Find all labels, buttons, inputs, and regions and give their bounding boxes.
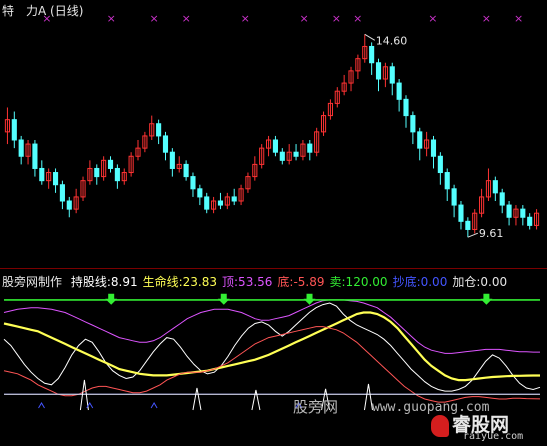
candle-body	[190, 176, 196, 190]
candle-body	[279, 151, 285, 161]
candle-body	[417, 131, 423, 149]
indicator-value-1: 生命线:23.83	[142, 275, 218, 289]
candle-body	[307, 143, 313, 153]
logo-domain: raiyue.com	[463, 431, 524, 442]
candle-body	[293, 151, 299, 157]
candle-body	[183, 163, 189, 178]
candle-body	[437, 155, 443, 174]
candle-body	[169, 151, 175, 169]
candle-body	[162, 135, 169, 153]
price-panel: × × × × × × × × × × ×	[4, 12, 540, 238]
signal-spike	[251, 389, 261, 411]
candle-body	[465, 220, 471, 230]
sell-arrow-icon	[217, 293, 230, 305]
series-line-2	[3, 299, 540, 354]
sell-arrow-icon	[303, 293, 316, 305]
candle-body	[396, 82, 402, 100]
period-label: (日线)	[50, 4, 84, 18]
candle-body	[458, 204, 464, 222]
indicator-value-4: 卖:120.00	[329, 275, 388, 289]
buy-triangle	[38, 402, 45, 409]
signal-marker: ×	[482, 12, 491, 25]
candle-body	[492, 180, 498, 194]
candle-body	[444, 172, 450, 190]
candle-body	[369, 45, 375, 64]
low-label: 9.61	[479, 227, 504, 240]
candle-body	[156, 123, 162, 137]
buy-triangle	[150, 402, 158, 409]
signal-marker: ×	[241, 12, 250, 25]
candle-body	[403, 98, 409, 117]
candle-body	[114, 167, 120, 182]
signal-marker: ×	[353, 12, 362, 25]
logo-icon	[431, 415, 449, 437]
low-pointer	[467, 232, 479, 238]
signal-marker: ×	[149, 12, 158, 25]
signal-marker: ×	[182, 12, 191, 25]
signal-spike	[192, 387, 202, 411]
candle-body	[204, 196, 210, 210]
indicator-panel	[3, 293, 541, 411]
candle-body	[410, 115, 416, 133]
candle-body	[217, 200, 224, 206]
high-label: 14.60	[376, 34, 408, 47]
high-pointer	[364, 33, 376, 41]
signal-marker: ×	[428, 12, 437, 25]
candle-body	[18, 139, 24, 157]
candle-body	[32, 143, 38, 169]
candle-body	[231, 196, 237, 202]
indicator-value-5: 抄底:0.00	[392, 275, 448, 289]
candle-body	[499, 192, 505, 206]
indicator-header: 股旁网制作 持股线:8.91 生命线:23.83 顶:53.56 底:-5.89 卖:1…	[2, 273, 507, 290]
candle-body	[375, 62, 382, 80]
indicator-value-0: 持股线:8.91	[70, 275, 138, 289]
candle-body	[59, 184, 65, 202]
candle-body	[506, 204, 512, 218]
candle-body	[520, 208, 526, 218]
candle-body	[389, 66, 395, 84]
candle-body	[39, 167, 45, 182]
candle-body	[272, 139, 278, 153]
stock-name: 特 力A	[2, 4, 47, 18]
indicator-title: 股旁网制作	[2, 275, 63, 289]
candle-body	[197, 188, 203, 198]
signal-marker: ×	[514, 12, 523, 25]
indicator-value-3: 底:-5.89	[277, 275, 325, 289]
indicator-value-2: 顶:53.56	[222, 275, 273, 289]
series-line-1	[3, 311, 540, 382]
stock-chart: × × × × × × × × × × × 14.609.61	[3, 12, 541, 411]
series-line-0	[3, 302, 541, 392]
signal-marker: ×	[107, 12, 116, 25]
indicator-values: 持股线:8.91 生命线:23.83 顶:53.56 底:-5.89 卖:120.00 抄…	[66, 275, 507, 289]
chart-title: 特 力A (日线)	[2, 2, 83, 19]
candle-body	[451, 188, 457, 206]
candle-body	[107, 159, 114, 169]
candle-body	[430, 139, 437, 157]
watermark-cn: 股旁网	[293, 398, 339, 416]
signal-marker: ×	[300, 12, 309, 25]
signal-spike	[79, 379, 89, 411]
candle-body	[11, 119, 17, 141]
signal-marker: ×	[332, 12, 341, 25]
panel-divider	[0, 268, 547, 269]
indicator-value-6: 加仓:0.00	[452, 275, 508, 289]
sell-arrow-icon	[105, 293, 118, 305]
candle-body	[527, 216, 533, 226]
candle-body	[52, 172, 59, 186]
candle-body	[94, 167, 100, 178]
sell-arrow-icon	[480, 293, 493, 305]
candle-body	[66, 200, 72, 210]
series-line-3	[3, 326, 541, 403]
